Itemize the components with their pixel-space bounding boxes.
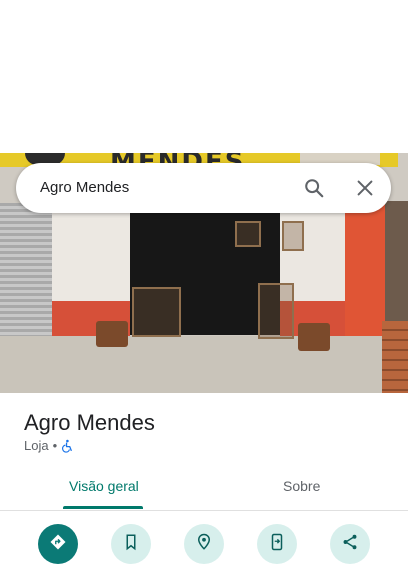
nearby-icon — [197, 533, 211, 550]
wooden-stump — [298, 323, 330, 351]
tab-about[interactable]: Sobre — [283, 478, 320, 494]
search-bar[interactable]: Agro Mendes — [16, 163, 391, 213]
blank-top-area — [0, 0, 408, 153]
brick-stack — [382, 321, 408, 393]
bird-cage — [235, 221, 261, 247]
place-name: Agro Mendes — [24, 410, 155, 435]
tab-overview[interactable]: Visão geral — [69, 478, 139, 494]
separator-dot: • — [52, 438, 58, 453]
send-to-phone-button[interactable] — [257, 524, 297, 564]
action-buttons-row — [0, 522, 408, 564]
wheelchair-accessible-icon — [61, 439, 75, 453]
wooden-stump — [96, 321, 128, 347]
active-tab-indicator — [63, 506, 143, 509]
place-category: Loja — [24, 438, 49, 453]
save-icon — [126, 534, 136, 551]
search-icon[interactable] — [303, 177, 325, 199]
tab-bar: Visão geral Sobre — [0, 468, 408, 511]
save-button[interactable] — [111, 524, 151, 564]
close-icon[interactable] — [354, 177, 376, 199]
share-icon — [343, 534, 357, 550]
directions-button[interactable] — [38, 524, 78, 564]
send-to-phone-icon — [271, 533, 283, 551]
red-column — [345, 201, 385, 343]
display-rack — [132, 287, 181, 337]
directions-icon — [50, 534, 66, 550]
place-category-row: Loja • — [24, 438, 75, 453]
bird-cage — [282, 221, 304, 251]
rolling-shutter — [0, 203, 52, 336]
search-query[interactable]: Agro Mendes — [40, 179, 129, 196]
share-button[interactable] — [330, 524, 370, 564]
nearby-button[interactable] — [184, 524, 224, 564]
display-rack — [258, 283, 294, 339]
